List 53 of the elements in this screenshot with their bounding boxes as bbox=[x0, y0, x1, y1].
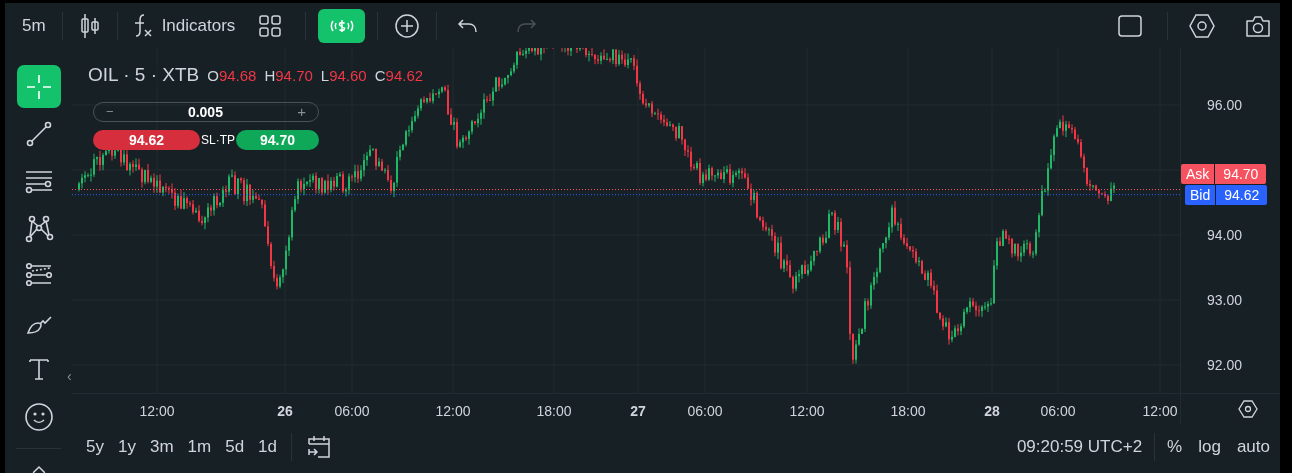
indicators-button[interactable]: Indicators bbox=[161, 12, 236, 39]
time-axis-label: 12:00 bbox=[139, 402, 175, 421]
bid-price-label: 94.62 bbox=[1216, 185, 1268, 205]
fullscreen-icon[interactable] bbox=[1117, 12, 1143, 39]
calendar-icon[interactable] bbox=[306, 434, 333, 460]
time-axis-label: 18:00 bbox=[536, 402, 572, 421]
time-axis-label: 06:00 bbox=[334, 402, 370, 421]
time-axis-label: 18:00 bbox=[890, 402, 926, 421]
time-axis-label: 28 bbox=[984, 402, 1000, 421]
clock-text: 09:20:59 UTC+2 bbox=[1016, 436, 1143, 459]
sl-tp-label: SL·TP bbox=[201, 132, 235, 149]
time-axis-label: 12:00 bbox=[1142, 402, 1178, 421]
price-tick-label: 96.00 bbox=[1207, 97, 1243, 113]
range-button[interactable]: 5y bbox=[86, 434, 104, 460]
settings-icon[interactable] bbox=[1237, 400, 1258, 418]
time-axis-label: 12:00 bbox=[435, 402, 471, 421]
time-axis-label: 12:00 bbox=[789, 402, 825, 421]
layout-grid-icon[interactable] bbox=[259, 14, 282, 37]
trade-button[interactable] bbox=[318, 8, 366, 43]
ask-price-label: 94.70 bbox=[1215, 164, 1267, 184]
undo-icon[interactable] bbox=[457, 16, 480, 35]
range-button[interactable]: 1m bbox=[187, 434, 212, 460]
bid-label: Bid bbox=[1185, 185, 1216, 205]
symbol-title: OIL · 5 · XTB bbox=[88, 63, 200, 87]
price-tick-label: 93.00 bbox=[1207, 292, 1243, 308]
range-button[interactable]: 1y bbox=[117, 434, 136, 460]
range-button[interactable]: 5d bbox=[225, 434, 245, 460]
scale-button[interactable]: auto bbox=[1236, 434, 1270, 460]
price-tick-label: 94.00 bbox=[1207, 227, 1243, 243]
range-button[interactable]: 3m bbox=[149, 434, 174, 460]
collapse-arrow[interactable]: ‹ bbox=[67, 366, 72, 387]
interval-button[interactable]: 5m bbox=[18, 12, 50, 39]
ask-label: Ask bbox=[1181, 164, 1215, 184]
increase-button[interactable]: + bbox=[297, 100, 306, 124]
settings-icon[interactable] bbox=[1188, 12, 1216, 39]
caret-up-icon[interactable] bbox=[30, 465, 47, 473]
time-axis-label: 06:00 bbox=[687, 402, 723, 421]
quantity-value: 0.005 bbox=[187, 102, 223, 122]
range-button[interactable]: 1d bbox=[258, 434, 278, 460]
scale-button[interactable]: log bbox=[1198, 434, 1221, 460]
ohlc-value: C94.62 bbox=[374, 66, 424, 86]
scale-button[interactable]: % bbox=[1167, 434, 1183, 460]
time-axis-label: 27 bbox=[630, 402, 646, 421]
time-axis-label: 06:00 bbox=[1040, 402, 1076, 421]
price-tick-label: 92.00 bbox=[1207, 357, 1243, 373]
add-circle-icon[interactable] bbox=[394, 12, 421, 39]
ohlc-value: L94.60 bbox=[320, 66, 367, 86]
sell-button[interactable]: 94.62 bbox=[93, 130, 200, 150]
ohlc-value: O94.68 bbox=[207, 66, 257, 86]
time-axis-label: 26 bbox=[277, 402, 293, 421]
ohlc-value: H94.70 bbox=[264, 66, 313, 86]
decrease-button[interactable]: − bbox=[106, 102, 114, 122]
candlestick-icon[interactable] bbox=[78, 12, 101, 39]
